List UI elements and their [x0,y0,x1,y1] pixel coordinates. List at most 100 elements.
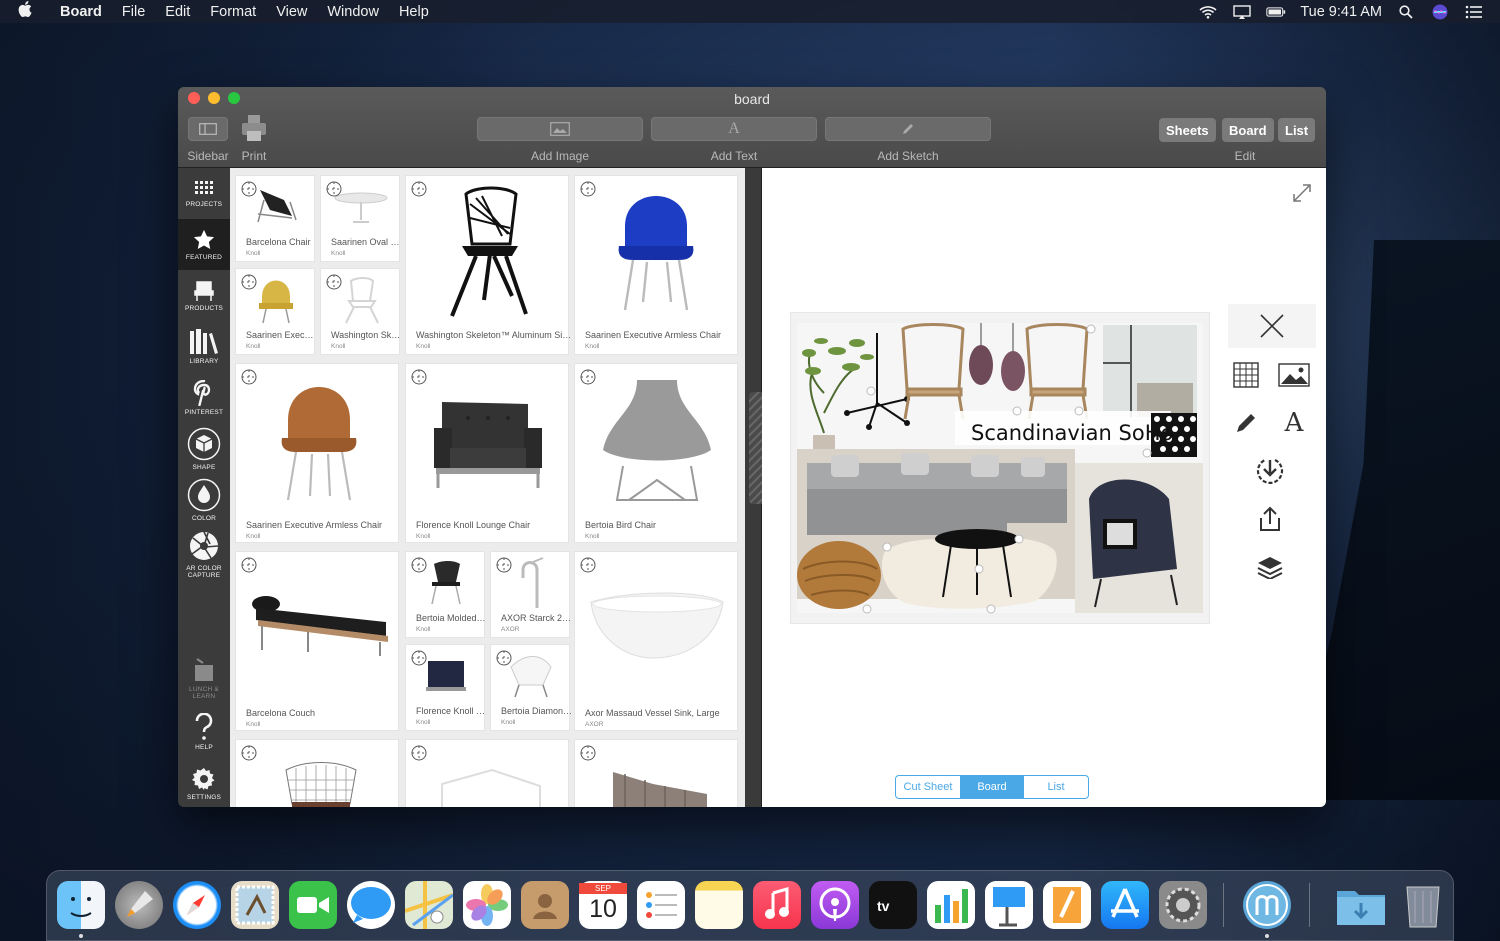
image-tool[interactable] [1272,353,1316,397]
sidebar-item-settings[interactable]: SETTINGS [178,758,230,807]
sidebar-item-projects[interactable]: PROJECTS [178,168,230,219]
move-handle-icon[interactable] [325,273,343,291]
sidebar-item-products[interactable]: PRODUCTS [178,270,230,321]
tv-icon[interactable]: tv [869,881,917,929]
reminders-icon[interactable] [637,881,685,929]
podcasts-icon[interactable] [811,881,859,929]
sidebar-item-color[interactable]: COLOR [178,474,230,525]
facetime-icon[interactable] [289,881,337,929]
downloads-folder-icon[interactable] [1335,881,1385,929]
product-card[interactable]: Axor Massaud Vessel Sink, Large AXOR [574,551,738,731]
list-view-button[interactable]: List [1278,118,1316,142]
product-card[interactable]: Saarinen Executive Armless Chair Knoll [574,175,738,355]
add-sketch-button[interactable] [825,117,991,141]
move-handle-icon[interactable] [410,556,428,574]
sidebar-item-library[interactable]: LIBRARY [178,321,230,372]
wifi-icon[interactable] [1198,5,1218,19]
spotlight-search-icon[interactable] [1396,4,1416,19]
airplay-icon[interactable] [1232,4,1252,19]
notes-icon[interactable] [695,881,743,929]
notification-center-icon[interactable] [1464,5,1484,19]
move-handle-icon[interactable] [240,368,258,386]
product-card[interactable]: Barcelona Couch Knoll [235,551,399,731]
move-handle-icon[interactable] [495,649,513,667]
moodboard[interactable]: Scandinavian SoHo [790,312,1210,624]
trash-icon[interactable] [1399,881,1447,929]
move-handle-icon[interactable] [240,273,258,291]
menubar-clock[interactable]: Tue 9:41 AM [1300,4,1382,20]
sidebar-item-help[interactable]: HELP [178,706,230,757]
menu-file[interactable]: File [112,4,155,20]
menu-help[interactable]: Help [389,4,439,20]
layers-tool[interactable] [1248,545,1292,589]
apple-menu-icon[interactable] [0,1,50,22]
contacts-icon[interactable] [521,881,569,929]
system-preferences-icon[interactable] [1159,881,1207,929]
product-brand: Knoll [246,250,261,257]
move-handle-icon[interactable] [579,556,597,574]
board-view-button[interactable]: Board [1222,118,1274,142]
move-handle-icon[interactable] [410,649,428,667]
sidebar-item-ar-color-capture[interactable]: AR COLOR CAPTURE [178,525,230,583]
move-handle-icon[interactable] [240,556,258,574]
download-tool[interactable] [1248,449,1292,493]
share-tool[interactable] [1248,497,1292,541]
sidebar-item-pinterest[interactable]: PINTEREST [178,372,230,423]
menu-window[interactable]: Window [317,4,389,20]
grid-tool[interactable] [1224,353,1268,397]
expand-icon[interactable] [1290,181,1314,205]
siri-icon[interactable] [1430,4,1450,19]
move-handle-icon[interactable] [325,180,343,198]
move-handle-icon[interactable] [579,180,597,198]
cut-sheet-tab[interactable]: Cut Sheet [896,776,960,798]
move-handle-icon[interactable] [410,368,428,386]
sidebar-toggle-button[interactable] [188,117,228,141]
pages-icon[interactable] [1043,881,1091,929]
add-image-button[interactable] [477,117,643,141]
list-tab[interactable]: List [1024,776,1088,798]
sheets-view-button[interactable]: Sheets [1159,118,1216,142]
move-handle-icon[interactable] [410,744,428,762]
move-handle-icon[interactable] [410,180,428,198]
calendar-icon[interactable]: SEP 10 [579,881,627,929]
product-card[interactable]: Saarinen Executive Armless Chair Knoll [235,363,399,543]
menu-format[interactable]: Format [200,4,266,20]
photos-icon[interactable] [463,881,511,929]
product-card[interactable] [405,739,569,807]
move-handle-icon[interactable] [240,180,258,198]
product-card[interactable] [235,739,399,807]
product-card[interactable]: Washington Skeleton™ Aluminum Side Chair… [405,175,572,355]
menu-edit[interactable]: Edit [155,4,200,20]
close-board-tool[interactable] [1228,304,1316,348]
move-handle-icon[interactable] [240,744,258,762]
menu-app-name[interactable]: Board [50,4,112,20]
move-handle-icon[interactable] [579,368,597,386]
move-handle-icon[interactable] [579,744,597,762]
board-tab[interactable]: Board [960,776,1024,798]
sidebar-item-shape[interactable]: SHAPE [178,423,230,474]
numbers-icon[interactable] [927,881,975,929]
launchpad-icon[interactable] [115,881,163,929]
sidebar-item-featured[interactable]: FEATURED [178,219,230,270]
music-icon[interactable] [753,881,801,929]
safari-icon[interactable] [173,881,221,929]
mail-stamp-icon[interactable] [231,881,279,929]
move-handle-icon[interactable] [495,556,513,574]
pencil-tool[interactable] [1224,401,1268,445]
menu-view[interactable]: View [266,4,317,20]
product-card[interactable]: Bertoia Bird Chair Knoll [574,363,738,543]
print-button[interactable] [240,113,268,148]
finder-icon[interactable] [57,881,105,929]
app-store-icon[interactable] [1101,881,1149,929]
keynote-icon[interactable] [985,881,1033,929]
layers-icon [1257,557,1283,579]
sidebar-item-lunch-learn[interactable]: LUNCH & LEARN [178,651,230,706]
battery-icon[interactable] [1266,5,1286,19]
messages-icon[interactable] [347,881,395,929]
board-app-icon[interactable] [1243,881,1291,929]
product-card[interactable] [574,739,738,807]
product-card[interactable]: Florence Knoll Lounge Chair Knoll [405,363,569,543]
add-text-button[interactable]: A [651,117,817,141]
maps-icon[interactable] [404,881,454,929]
text-tool[interactable]: A [1272,401,1316,445]
